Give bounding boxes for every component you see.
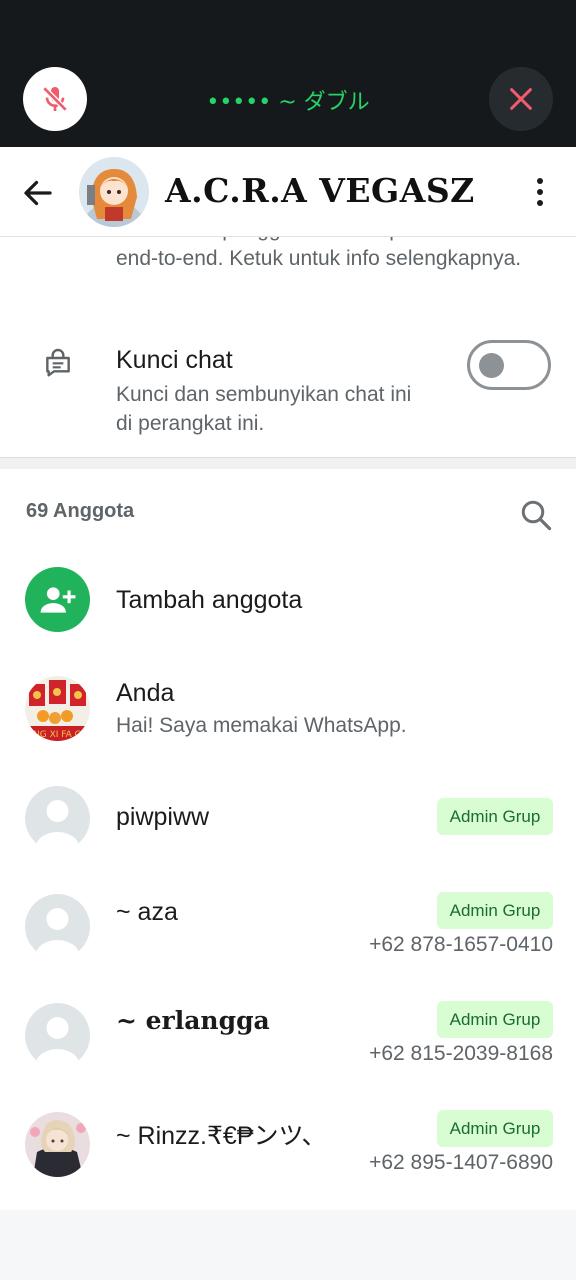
more-vert-icon — [537, 178, 543, 206]
member-row[interactable]: piwpiww Admin Grup — [0, 786, 576, 852]
member-name: Anda — [116, 679, 175, 707]
member-phone: +62 895-1407-6890 — [369, 1151, 553, 1174]
member-row[interactable]: ~ aza Admin Grup +62 878-1657-0410 — [0, 892, 576, 960]
toggle-knob — [479, 353, 504, 378]
chat-lock-title[interactable]: Kunci chat — [116, 346, 233, 375]
add-member-row[interactable]: Tambah anggota — [0, 567, 576, 637]
chat-lock-description: Kunci dan sembunyikan chat ini di perang… — [116, 383, 412, 435]
members-section: 69 Anggota Tambah anggota NG XI FA C And… — [0, 469, 576, 1210]
end-call-button[interactable] — [489, 67, 553, 131]
search-members-button[interactable] — [518, 497, 554, 533]
svg-text:NG XI FA C: NG XI FA C — [33, 730, 81, 740]
member-avatar: NG XI FA C — [25, 676, 90, 741]
member-row[interactable]: ~ erlangga Admin Grup +62 815-2039-8168 — [0, 1001, 576, 1069]
add-member-avatar — [25, 567, 90, 632]
add-member-label: Tambah anggota — [116, 586, 303, 614]
default-avatar-icon — [25, 894, 90, 959]
member-name: ~ erlangga — [116, 1006, 270, 1035]
encryption-info[interactable]: Pesan dan panggilan terenkripsi secara e… — [116, 237, 526, 273]
member-phone: +62 815-2039-8168 — [369, 1042, 553, 1065]
more-options-button[interactable] — [524, 173, 556, 213]
member-row[interactable]: ~ Rinzz.₹€₱ンツ、 Admin Grup +62 895-1407-6… — [0, 1110, 576, 1178]
admin-badge: Admin Grup — [437, 892, 553, 929]
default-avatar-icon — [25, 1003, 90, 1068]
member-phone: +62 878-1657-0410 — [369, 933, 553, 956]
person-add-icon — [40, 586, 75, 613]
search-icon — [521, 500, 552, 531]
ongoing-call-bar: ••••• ~ ダブル — [0, 0, 576, 147]
chat-lock-toggle[interactable] — [467, 340, 551, 390]
group-name[interactable]: A.C.R.A VEGASZ — [165, 171, 475, 210]
group-info-header: A.C.R.A VEGASZ — [0, 147, 576, 237]
chat-lock-icon — [46, 348, 70, 377]
bottom-background — [0, 1210, 576, 1280]
member-row[interactable]: NG XI FA C Anda Hai! Saya memakai WhatsA… — [0, 676, 576, 746]
admin-badge: Admin Grup — [437, 1110, 553, 1147]
section-divider — [0, 457, 576, 469]
member-name: ~ Rinzz.₹€₱ンツ、 — [116, 1122, 327, 1150]
admin-badge: Admin Grup — [437, 1001, 553, 1038]
settings-card: Pesan dan panggilan terenkripsi secara e… — [0, 237, 576, 457]
admin-badge: Admin Grup — [437, 798, 553, 835]
member-avatar — [25, 1112, 90, 1177]
arrow-back-icon — [24, 180, 52, 206]
group-avatar[interactable] — [79, 157, 149, 227]
member-name: ~ aza — [116, 898, 178, 926]
default-avatar-icon — [25, 786, 90, 851]
member-count: 69 Anggota — [26, 500, 135, 522]
member-status: Hai! Saya memakai WhatsApp. — [116, 714, 407, 737]
close-icon — [510, 88, 532, 110]
member-name: piwpiww — [116, 803, 210, 831]
back-button[interactable] — [20, 175, 56, 211]
